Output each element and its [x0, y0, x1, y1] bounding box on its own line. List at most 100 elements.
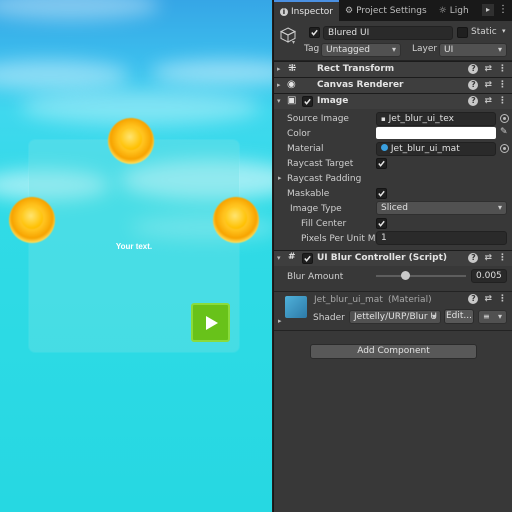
- help-icon[interactable]: ?: [468, 96, 479, 106]
- tab-menu-icon[interactable]: ⋮: [498, 4, 508, 16]
- preset-icon[interactable]: ⇄: [484, 96, 492, 106]
- material-sphere-icon: [381, 144, 388, 151]
- more-icon[interactable]: ⋮: [498, 80, 507, 90]
- gear-icon: ⚙: [344, 5, 354, 16]
- light-icon: ☼: [438, 5, 447, 16]
- material-subtitle: (Material): [388, 295, 432, 305]
- component-title: Canvas Renderer: [317, 80, 404, 90]
- tab-bar: i Inspector ⚙ Project Settings ☼ Ligh ▸ …: [274, 0, 512, 21]
- object-picker-icon[interactable]: [500, 114, 509, 123]
- coin-icon: [108, 118, 154, 164]
- coin-icon: [213, 197, 259, 243]
- tag-dropdown[interactable]: Untagged: [321, 43, 401, 57]
- image-icon: ▣: [287, 95, 297, 106]
- play-icon: [205, 315, 218, 330]
- blur-amount-label: Blur Amount: [287, 272, 344, 282]
- more-icon[interactable]: ⋮: [498, 96, 507, 106]
- shader-options-dropdown[interactable]: ≡: [478, 310, 507, 324]
- collapse-arrow-icon[interactable]: ▾: [277, 254, 281, 262]
- raycast-padding-label[interactable]: Raycast Padding: [287, 174, 361, 184]
- tab-label: Ligh: [449, 5, 469, 16]
- add-component-button[interactable]: Add Component: [310, 344, 477, 359]
- more-icon[interactable]: ⋮: [498, 64, 507, 74]
- ppu-field[interactable]: 1: [376, 231, 507, 245]
- tab-project-settings[interactable]: ⚙ Project Settings: [339, 0, 433, 21]
- active-checkbox[interactable]: [309, 27, 320, 38]
- preset-icon[interactable]: ⇄: [484, 64, 492, 74]
- material-field[interactable]: Jet_blur_ui_mat: [376, 142, 496, 156]
- preset-icon[interactable]: ⇄: [484, 253, 492, 263]
- component-title: Rect Transform: [317, 64, 395, 74]
- help-icon[interactable]: ?: [468, 64, 479, 74]
- preset-icon[interactable]: ⇄: [484, 294, 492, 304]
- panel-text: Your text.: [115, 242, 153, 251]
- static-dropdown-icon[interactable]: ▾: [502, 27, 506, 35]
- blur-controller-header[interactable]: ▾ # UI Blur Controller (Script) ? ⇄ ⋮: [274, 250, 512, 266]
- material-preview-icon: [285, 296, 307, 318]
- help-icon[interactable]: ?: [468, 80, 479, 90]
- image-header[interactable]: ▾ ▣ Image ? ⇄ ⋮: [274, 93, 512, 109]
- component-title: UI Blur Controller (Script): [317, 253, 447, 263]
- script-icon: #: [288, 252, 296, 262]
- shader-dropdown[interactable]: Jettelly/URP/Blur U: [349, 310, 441, 324]
- game-view: Your text.: [0, 0, 272, 512]
- tab-inspector[interactable]: i Inspector: [274, 0, 339, 21]
- inspector-panel: i Inspector ⚙ Project Settings ☼ Ligh ▸ …: [273, 0, 512, 512]
- raycast-target-checkbox[interactable]: [376, 158, 387, 169]
- cloud: [0, 0, 160, 20]
- material-label: Material: [287, 144, 324, 154]
- eye-icon: ◉: [287, 79, 296, 90]
- help-icon[interactable]: ?: [468, 253, 479, 263]
- edit-shader-button[interactable]: Edit...: [444, 309, 474, 324]
- foldout-arrow-icon[interactable]: ▸: [278, 174, 282, 182]
- play-button[interactable]: [191, 303, 230, 342]
- cube-dropdown-icon[interactable]: ▾: [292, 39, 295, 46]
- eyedropper-icon[interactable]: ✎: [500, 127, 508, 137]
- info-icon: i: [280, 7, 288, 16]
- material-title: Jet_blur_ui_mat: [314, 295, 383, 305]
- layer-dropdown[interactable]: UI: [439, 43, 507, 57]
- more-icon[interactable]: ⋮: [498, 253, 507, 263]
- texture-icon: ▪: [381, 115, 386, 123]
- static-checkbox[interactable]: [457, 27, 468, 38]
- maskable-checkbox[interactable]: [376, 188, 387, 199]
- color-label: Color: [287, 129, 311, 139]
- source-image-label: Source Image: [287, 114, 349, 124]
- image-type-label: Image Type: [290, 204, 342, 214]
- preset-icon[interactable]: ⇄: [484, 80, 492, 90]
- maskable-label: Maskable: [287, 189, 330, 199]
- blur-enabled-checkbox[interactable]: [302, 253, 313, 264]
- rect-transform-header[interactable]: ▸ ⁜ Rect Transform ? ⇄ ⋮: [274, 61, 512, 77]
- tag-label: Tag: [304, 44, 320, 54]
- collapse-arrow-icon[interactable]: ▾: [277, 97, 281, 105]
- expand-arrow-icon[interactable]: ▸: [277, 65, 281, 73]
- expand-arrow-icon[interactable]: ▸: [277, 81, 281, 89]
- image-type-dropdown[interactable]: Sliced: [376, 201, 507, 215]
- layer-label: Layer: [412, 44, 438, 54]
- more-icon[interactable]: ⋮: [498, 294, 507, 304]
- image-enabled-checkbox[interactable]: [302, 96, 313, 107]
- rect-transform-icon: ⁜: [288, 63, 297, 74]
- raycast-target-label: Raycast Target: [287, 159, 354, 169]
- coin-icon: [9, 197, 55, 243]
- color-swatch[interactable]: [376, 127, 496, 139]
- tab-label: Inspector: [291, 6, 333, 17]
- cloud: [0, 60, 130, 90]
- source-image-field[interactable]: ▪ Jet_blur_ui_tex: [376, 112, 496, 126]
- tab-overflow-button[interactable]: ▸: [482, 4, 494, 16]
- shader-label: Shader: [313, 313, 345, 323]
- blur-amount-field[interactable]: 0.005: [471, 269, 507, 283]
- blur-amount-slider-track[interactable]: [376, 275, 466, 277]
- blur-amount-slider-handle[interactable]: [400, 271, 410, 280]
- canvas-renderer-header[interactable]: ▸ ◉ Canvas Renderer ? ⇄ ⋮: [274, 77, 512, 93]
- object-picker-icon[interactable]: [500, 144, 509, 153]
- fill-center-checkbox[interactable]: [376, 218, 387, 229]
- list-icon: ≡: [483, 312, 490, 321]
- help-icon[interactable]: ?: [468, 294, 479, 304]
- tab-lighting[interactable]: ☼ Ligh: [433, 0, 475, 21]
- static-label: Static: [471, 27, 497, 37]
- foldout-arrow-icon[interactable]: ▸: [278, 317, 282, 325]
- gameobject-header: ▾ Blured UI Static ▾ Tag Untagged Layer …: [274, 21, 512, 61]
- gameobject-name-field[interactable]: Blured UI: [323, 26, 453, 40]
- fill-center-label: Fill Center: [301, 219, 347, 229]
